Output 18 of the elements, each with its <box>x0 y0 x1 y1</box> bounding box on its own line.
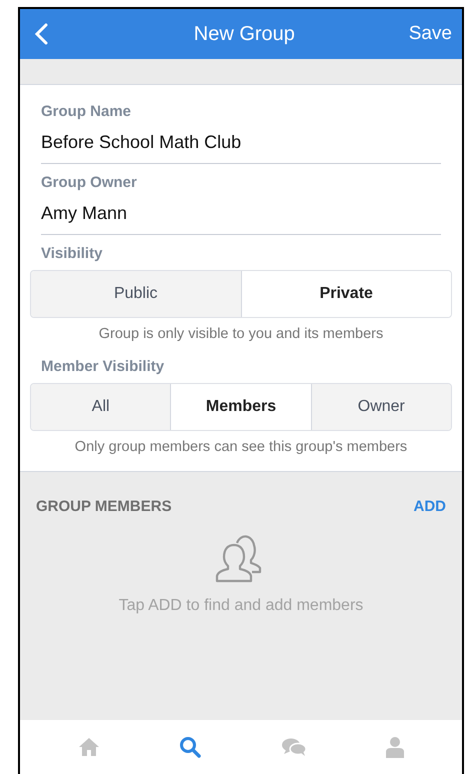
home-icon[interactable] <box>78 737 100 757</box>
hint-text: Only group members can see this group's members <box>74 439 408 455</box>
hint-text: Group is only visible to you and its members <box>98 326 384 342</box>
search-icon[interactable] <box>179 736 202 758</box>
person-icon[interactable] <box>386 736 404 758</box>
segment-option[interactable]: Public <box>31 271 240 317</box>
field-label: Group Owner <box>41 174 138 191</box>
save-button[interactable]: Save <box>408 23 452 45</box>
field-label: Member Visibility <box>40 358 166 375</box>
segment-option[interactable]: Private <box>240 271 451 317</box>
chat-bubbles-icon[interactable] <box>280 737 307 757</box>
section-heading: GROUP MEMBERS <box>36 498 172 515</box>
screen-title: New Group <box>194 22 295 46</box>
segment-option[interactable]: All <box>31 384 170 430</box>
field-label: Visibility <box>40 245 104 262</box>
segment-option[interactable]: Owner <box>310 384 451 430</box>
empty-state-text: Tap ADD to find and add members <box>118 597 364 615</box>
field-label: Group Name <box>41 103 132 120</box>
